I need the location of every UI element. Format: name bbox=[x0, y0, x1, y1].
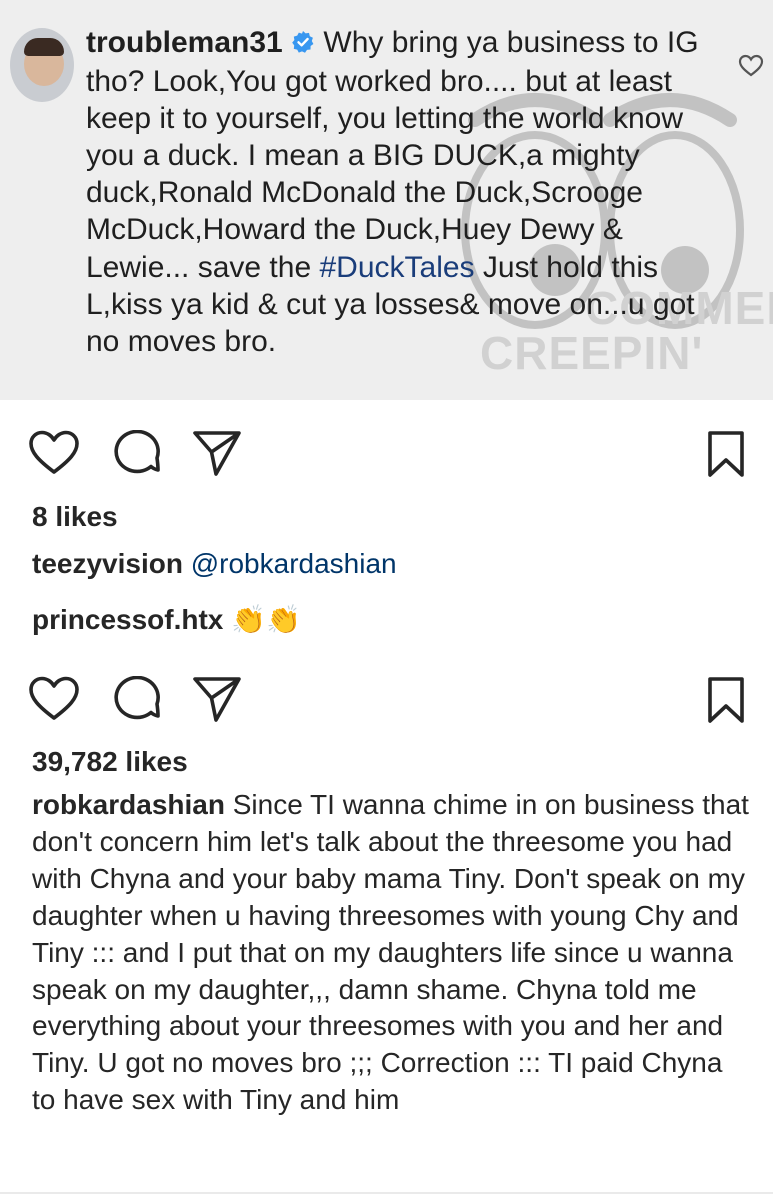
mention-link[interactable]: @robkardashian bbox=[191, 548, 397, 579]
verified-badge-icon bbox=[291, 26, 315, 63]
post2-like-count[interactable]: 39,782 likes bbox=[32, 746, 188, 778]
comment-text-part1: Why bring ya business to IG tho? Look,Yo… bbox=[86, 26, 699, 284]
heart-icon[interactable] bbox=[28, 430, 80, 481]
post2-action-bar bbox=[0, 664, 773, 734]
post1-like-count[interactable]: 8 likes bbox=[32, 501, 118, 533]
caption-text: Since TI wanna chime in on business that… bbox=[32, 789, 749, 1116]
hashtag-link[interactable]: #DuckTales bbox=[319, 251, 474, 284]
comment-username[interactable]: teezyvision bbox=[32, 548, 183, 579]
comment-body: troubleman31 Why bring ya business to IG… bbox=[86, 24, 716, 360]
comment-screenshot: COMMENT CREEPIN' troubleman31 Why bring … bbox=[0, 0, 773, 400]
caption-username[interactable]: robkardashian bbox=[32, 789, 225, 820]
post1-comment-2: princessof.htx 👏👏 bbox=[32, 603, 301, 636]
comment-like-heart-icon[interactable] bbox=[738, 54, 764, 83]
bookmark-icon[interactable] bbox=[706, 676, 746, 729]
post1-action-bar bbox=[0, 418, 773, 488]
clapping-hands-icon: 👏👏 bbox=[231, 604, 301, 635]
comment-username[interactable]: troubleman31 bbox=[86, 26, 283, 59]
heart-icon[interactable] bbox=[28, 676, 80, 727]
post1-comment-1: teezyvision @robkardashian bbox=[32, 548, 397, 580]
share-icon[interactable] bbox=[192, 674, 242, 729]
comment-username[interactable]: princessof.htx bbox=[32, 604, 223, 635]
post2-caption: robkardashian Since TI wanna chime in on… bbox=[32, 787, 752, 1119]
bookmark-icon[interactable] bbox=[706, 430, 746, 483]
avatar[interactable] bbox=[10, 28, 74, 102]
comment-icon[interactable] bbox=[114, 675, 164, 729]
share-icon[interactable] bbox=[192, 428, 242, 483]
divider bbox=[0, 1192, 773, 1194]
comment-icon[interactable] bbox=[114, 429, 164, 483]
